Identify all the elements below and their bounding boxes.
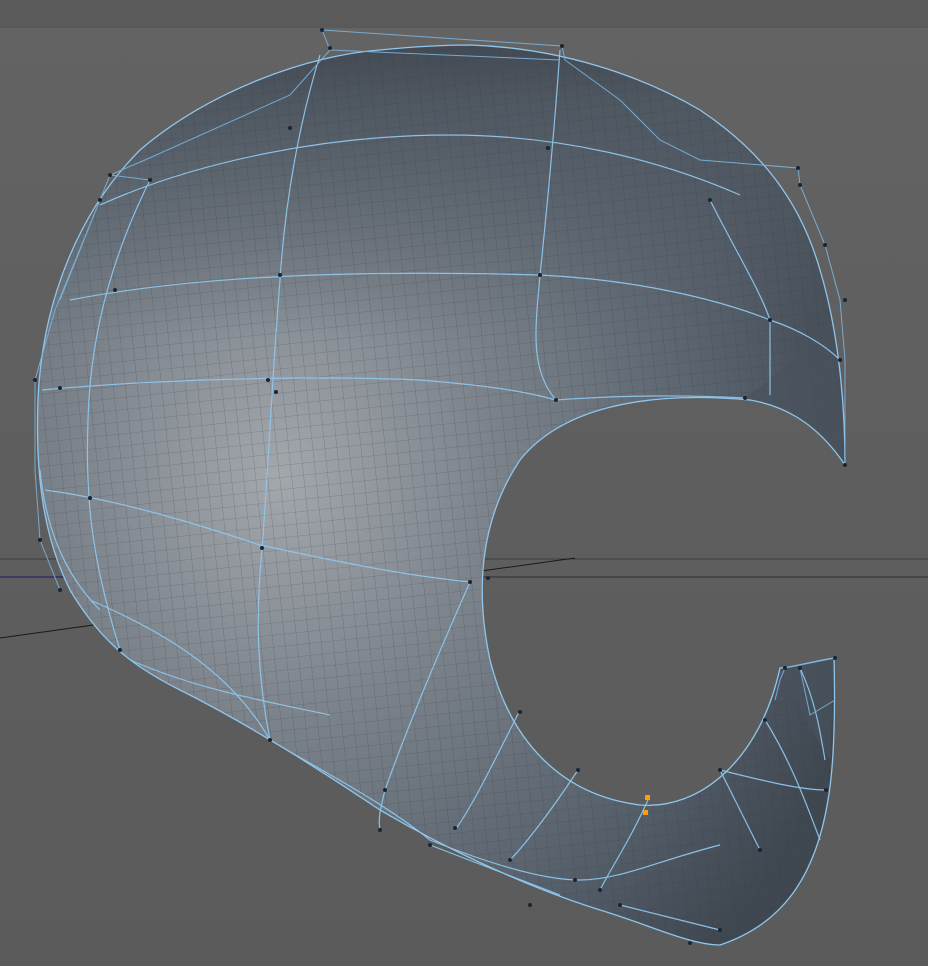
helmet-mesh[interactable]	[0, 0, 928, 966]
3d-viewport[interactable]	[0, 0, 928, 966]
viewport-header	[0, 0, 928, 29]
viewport-canvas[interactable]	[0, 0, 928, 966]
